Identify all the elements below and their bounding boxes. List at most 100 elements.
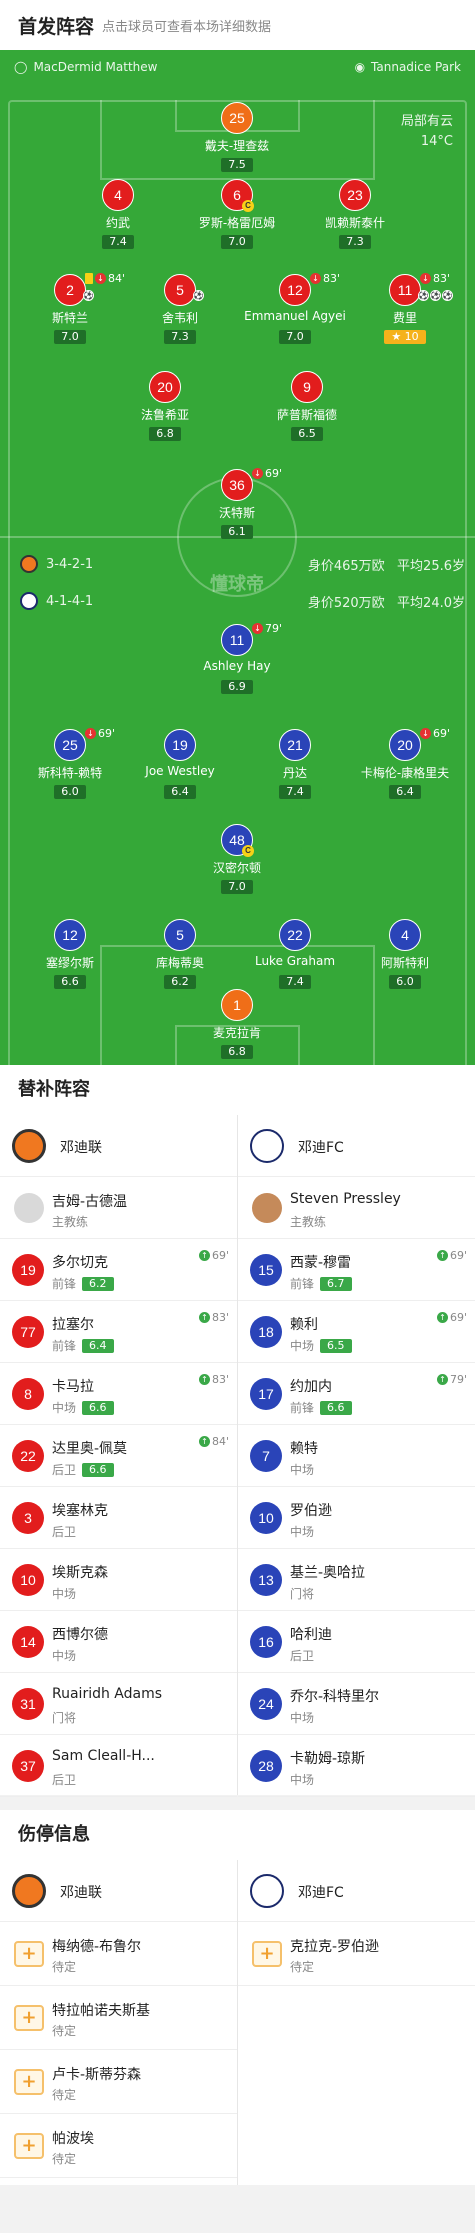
away-player[interactable]: 1 麦克拉肯 6.8	[172, 989, 302, 1059]
player-events: ↓ 83'	[420, 272, 450, 285]
jersey-number: 6C	[221, 179, 254, 212]
player-name: 埃斯克森	[52, 1565, 108, 1581]
jersey-number: 22	[279, 919, 311, 951]
home-player[interactable]: 9 萨普斯福德 6.5	[242, 371, 372, 441]
player-name: Sam Cleall-H...	[52, 1748, 155, 1764]
home-player[interactable]: 36 ↓ 69' 沃特斯 6.1	[172, 467, 302, 539]
home-injury-row[interactable]: + 卢卡-斯蒂芬森 待定	[0, 2050, 237, 2114]
jersey-number: 5	[164, 274, 196, 306]
away-sub-row[interactable]: 7 赖特 中场	[238, 1425, 475, 1487]
away-sub-row[interactable]: 28 卡勒姆-琼斯 中场	[238, 1735, 475, 1797]
player-name: 赖特	[290, 1441, 318, 1457]
player-position: 中场 6.6	[52, 1399, 114, 1416]
home-player[interactable]: 5 ⚽ 舍韦利 7.3	[115, 274, 245, 344]
away-team-name: 邓迪FC	[298, 1885, 344, 1901]
sub-on-icon: ↑	[198, 1312, 210, 1323]
home-sub-row[interactable]: 19 多尔切克 前锋 6.2 ↑ 69'	[0, 1239, 237, 1301]
home-sub-row[interactable]: 37 Sam Cleall-H... 后卫	[0, 1735, 237, 1797]
ball-icon: ⚽	[193, 290, 204, 301]
player-position: 前锋 6.2	[52, 1275, 114, 1292]
player-rating: 7.4	[102, 235, 134, 249]
home-player[interactable]: 25 戴夫-理查兹 7.5	[172, 102, 302, 172]
home-sub-row[interactable]: 10 埃斯克森 中场	[0, 1549, 237, 1611]
home-injury-row[interactable]: + 梅纳德-布鲁尔 待定	[0, 1922, 237, 1986]
away-player[interactable]: 20 ↓ 69' 卡梅伦-康格里夫 6.4	[340, 727, 470, 799]
home-sub-row[interactable]: 14 西博尔德 中场	[0, 1611, 237, 1673]
away-sub-row[interactable]: 15 西蒙-穆雷 前锋 6.7 ↑ 69'	[238, 1239, 475, 1301]
pitch: ◯ MacDermid Matthew ◉ Tannadice Park 局部有…	[0, 50, 475, 1065]
jersey-number: 16	[250, 1626, 282, 1658]
home-coach-row[interactable]: 吉姆-古德温 主教练	[0, 1177, 237, 1239]
jersey-number: 19	[164, 729, 196, 761]
away-coach-avatar	[252, 1193, 282, 1223]
away-sub-row[interactable]: 10 罗伯逊 中场	[238, 1487, 475, 1549]
home-player[interactable]: 6 C 罗斯-格雷厄姆 7.0	[172, 179, 302, 249]
away-coach-row[interactable]: Steven Pressley 主教练	[238, 1177, 475, 1239]
player-name: 西博尔德	[52, 1627, 108, 1643]
coach-name: 吉姆-古德温	[52, 1194, 128, 1210]
player-name: 克拉克-罗伯逊	[290, 1939, 380, 1955]
player-rating: 7.0	[54, 330, 86, 344]
player-name: 卡梅伦-康格里夫	[360, 766, 450, 780]
player-position: 中场	[290, 1771, 314, 1788]
home-team-logo-icon	[12, 1874, 46, 1908]
home-injury-row[interactable]: + 特拉帕诺夫斯基 待定	[0, 1986, 237, 2050]
home-player[interactable]: 11 ↓ 83' ⚽ ⚽ ⚽ 费里 ★ 10	[340, 272, 470, 344]
player-rating: 7.3	[339, 235, 371, 249]
weather: 局部有云 14°C	[401, 112, 453, 152]
home-injury-row[interactable]: + 帕波埃 待定	[0, 2114, 237, 2178]
home-player[interactable]: 23 凯赖斯泰什 7.3	[290, 179, 420, 249]
home-sub-row[interactable]: 77 拉塞尔 前锋 6.4 ↑ 83'	[0, 1301, 237, 1363]
home-player[interactable]: 20 法鲁希亚 6.8	[100, 371, 230, 441]
yellow-card-icon	[85, 273, 93, 284]
sub-on: ↑ 79'	[436, 1373, 467, 1386]
home-sub-row[interactable]: 3 埃塞林克 后卫	[0, 1487, 237, 1549]
position-text: 中场	[290, 1711, 315, 1725]
home-formation: 3-4-2-1	[20, 555, 93, 573]
home-sub-row[interactable]: 8 卡马拉 中场 6.6 ↑ 83'	[0, 1363, 237, 1425]
ball-icon: ⚽	[418, 290, 429, 301]
position-text: 前锋	[290, 1401, 315, 1415]
player-name: 萨普斯福德	[276, 408, 337, 422]
away-sub-row[interactable]: 24 乔尔-科特里尔 中场	[238, 1673, 475, 1735]
position-text: 中场	[290, 1339, 315, 1353]
player-rating: 6.0	[54, 785, 86, 799]
player-rating: 6.8	[221, 1045, 253, 1059]
away-player[interactable]: 4 阿斯特利 6.0	[340, 919, 470, 989]
away-player[interactable]: 11 ↓ 79' Ashley Hay 6.9	[172, 622, 302, 694]
player-position: 后卫	[290, 1647, 314, 1664]
player-rating: ★ 10	[384, 330, 426, 344]
home-sub-row[interactable]: 31 Ruairidh Adams 门将	[0, 1673, 237, 1735]
away-injury-row[interactable]: + 克拉克-罗伯逊 待定	[238, 1922, 475, 1986]
player-name: 拉塞尔	[52, 1317, 94, 1333]
away-sub-row[interactable]: 16 哈利迪 后卫	[238, 1611, 475, 1673]
away-player[interactable]: 5 库梅蒂奥 6.2	[115, 919, 245, 989]
captain-icon: C	[242, 845, 254, 857]
jersey-number: 7	[250, 1440, 282, 1472]
jersey-number: 36	[221, 469, 253, 501]
away-player[interactable]: 19 Joe Westley 6.4	[115, 729, 245, 799]
sub-on: ↑ 69'	[436, 1311, 467, 1324]
away-sub-row[interactable]: 13 基兰-奥哈拉 门将	[238, 1549, 475, 1611]
player-rating: 6.6	[82, 1462, 114, 1477]
home-coach-avatar	[14, 1193, 44, 1223]
away-sub-row[interactable]: 18 赖利 中场 6.5 ↑ 69'	[238, 1301, 475, 1363]
event-minute: 83'	[323, 272, 341, 285]
home-sub-row[interactable]: 22 达里奥-佩莫 后卫 6.6 ↑ 84'	[0, 1425, 237, 1487]
home-team-row: 邓迪联	[0, 1115, 237, 1177]
injury-status: 待定	[52, 2088, 77, 2102]
stadium-icon: ◉	[354, 60, 366, 74]
player-name: 梅纳德-布鲁尔	[52, 1939, 142, 1955]
jersey-number: 15	[250, 1254, 282, 1286]
player-rating: 7.3	[164, 330, 196, 344]
home-player[interactable]: 4 约武 7.4	[53, 179, 183, 249]
player-rating: 6.4	[389, 785, 421, 799]
away-player[interactable]: 48 C 汉密尔顿 7.0	[172, 824, 302, 894]
sub-on: ↑ 83'	[198, 1311, 229, 1324]
away-sub-row[interactable]: 17 约加内 前锋 6.6 ↑ 79'	[238, 1363, 475, 1425]
player-name: 阿斯特利	[380, 956, 429, 970]
jersey-number: 21	[279, 729, 311, 761]
player-events: ↓ 83'	[310, 272, 340, 285]
sub-on-icon: ↑	[436, 1374, 448, 1385]
event-minute: 69'	[98, 727, 116, 740]
